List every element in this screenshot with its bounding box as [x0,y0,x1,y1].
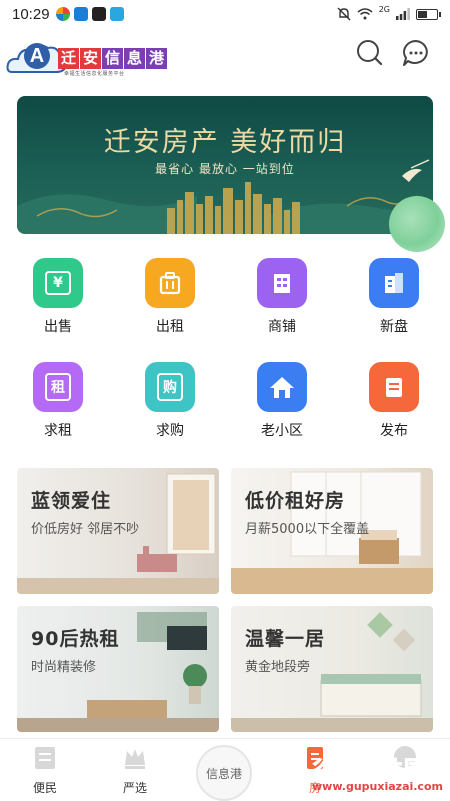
category-item[interactable]: 出租 [130,258,210,336]
category-item[interactable]: 商铺 [242,258,322,336]
category-item[interactable]: 新盘 [354,258,434,336]
card-title: 90后热租 [31,628,120,650]
publish-doc-icon [369,362,419,412]
promo-card-low-rent[interactable]: 低价租好房 月薪5000以下全覆盖 [231,468,433,594]
logo-char: 安 [80,47,101,69]
card-title: 蓝领爱住 [31,490,112,512]
rent-seek-icon: 租 [33,362,83,412]
signal-icon [396,8,410,20]
message-button[interactable] [401,38,431,68]
watermark-url: www.gupuxiazai.com [312,780,443,793]
category-item[interactable]: 租求租 [18,362,98,440]
app-logo[interactable]: A 迁安信息港 幸福生活信息化服务平台 [6,32,167,78]
category-item[interactable]: 老小区 [242,362,322,440]
logo-char: 信 [102,47,123,69]
banner-subtitle: 最省心 最放心 一站到位 [155,162,295,176]
logo-letter: A [29,45,45,67]
card-subtitle: 月薪5000以下全覆盖 [245,522,370,537]
app-notification-icon-3 [91,7,106,21]
new-building-icon [369,258,419,308]
category-label: 出租 [156,319,184,335]
chat-bubble-icon [403,40,428,66]
ticket-icon: ¥ [33,258,83,308]
crown-icon [125,749,145,769]
mute-icon [337,7,351,21]
category-icon-glyph: 租 [45,373,71,401]
promo-card-blue-collar[interactable]: 蓝领爱住 价低房好 邻居不吵 [17,468,219,594]
category-label: 发布 [380,423,408,439]
status-indicators: 2G [337,4,441,21]
promo-card-cozy-one-bed[interactable]: 温馨一居 黄金地段旁 [231,606,433,732]
category-item[interactable]: ¥ 出售 [18,258,98,336]
network-type: 2G [378,4,390,14]
convenience-icon [35,747,55,769]
card-subtitle: 价低房好 邻居不吵 [31,522,140,537]
logo-tagline: 幸福生活信息化服务平台 [64,71,125,77]
banner-title: 迁安房产 美好而归 [103,127,347,158]
nav-label: 严选 [122,781,147,795]
status-bar: 10:29 2G [0,0,450,28]
category-item[interactable]: 购求购 [130,362,210,440]
logo-char: 港 [146,47,167,69]
card-subtitle: 黄金地段旁 [245,660,311,675]
category-label: 商铺 [268,319,296,335]
promo-banner[interactable]: 迁安房产 美好而归 最省心 最放心 一站到位 [17,96,433,234]
logo-wordmark: 迁安信息港 [58,47,168,69]
status-time: 10:29 [12,5,50,23]
app-notification-icon-2 [73,7,88,21]
nav-item-selection[interactable]: 严选 [100,739,170,801]
category-label: 老小区 [261,423,303,439]
category-item[interactable]: 发布 [354,362,434,440]
site-watermark: 谷普软件园 www.gupuxiazai.com [311,752,450,800]
nav-label: 便民 [32,781,57,795]
card-title: 温馨一居 [245,628,326,650]
logo-char: 息 [124,47,145,69]
nav-center-home[interactable]: 信息港 [196,745,252,801]
app-header: A 迁安信息港 幸福生活信息化服务平台 [0,28,450,84]
shop-building-icon [257,258,307,308]
search-icon [357,40,383,66]
category-label: 求购 [156,423,184,439]
search-button[interactable] [355,38,385,68]
battery-icon [416,8,441,20]
suitcase-icon [145,258,195,308]
house-icon [257,362,307,412]
category-icon-glyph: ¥ [45,271,71,295]
floating-assist-ball[interactable] [389,196,445,252]
nav-item-convenience[interactable]: 便民 [10,739,80,801]
promo-card-post90s[interactable]: 90后热租 时尚精装修 [17,606,219,732]
app-notification-icon-1 [55,7,70,21]
app-notification-icon-4 [109,7,124,21]
category-icon-glyph: 购 [157,373,183,401]
card-subtitle: 时尚精装修 [31,660,97,675]
card-title: 低价租好房 [245,490,346,512]
wifi-icon [357,8,373,20]
buy-seek-icon: 购 [145,362,195,412]
category-label: 出售 [44,319,72,335]
category-label: 新盘 [380,319,408,335]
logo-char: 迁 [58,47,79,69]
center-label: 信息港 [205,766,242,781]
category-label: 求租 [44,423,72,439]
